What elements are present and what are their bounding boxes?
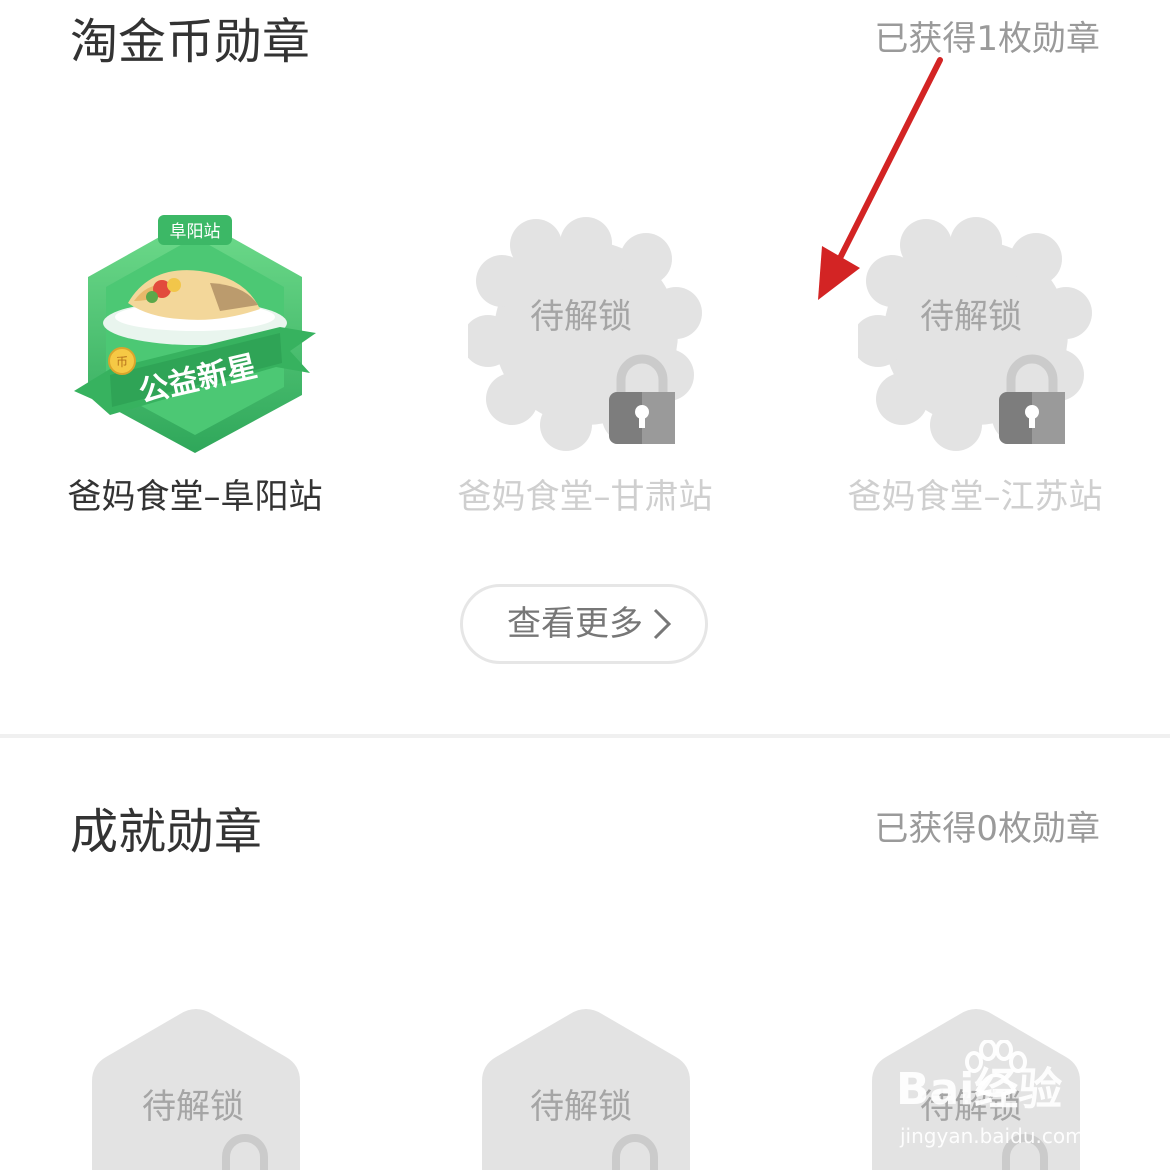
achievement-badge-item[interactable]: 待解锁	[0, 0, 390, 1170]
achievement-badge-item[interactable]: 待解锁	[390, 0, 780, 1170]
achievement-badge-item[interactable]: 待解锁	[780, 0, 1170, 1170]
watermark-url-text: jingyan.baidu.com	[900, 1124, 1085, 1148]
unlock-pending-label: 待解锁	[530, 1087, 632, 1127]
watermark-main-text: Bai经验	[896, 1064, 1063, 1115]
unlock-pending-label: 待解锁	[142, 1087, 244, 1127]
baidu-jingyan-watermark: Bai经验 jingyan.baidu.com	[890, 1040, 1110, 1150]
